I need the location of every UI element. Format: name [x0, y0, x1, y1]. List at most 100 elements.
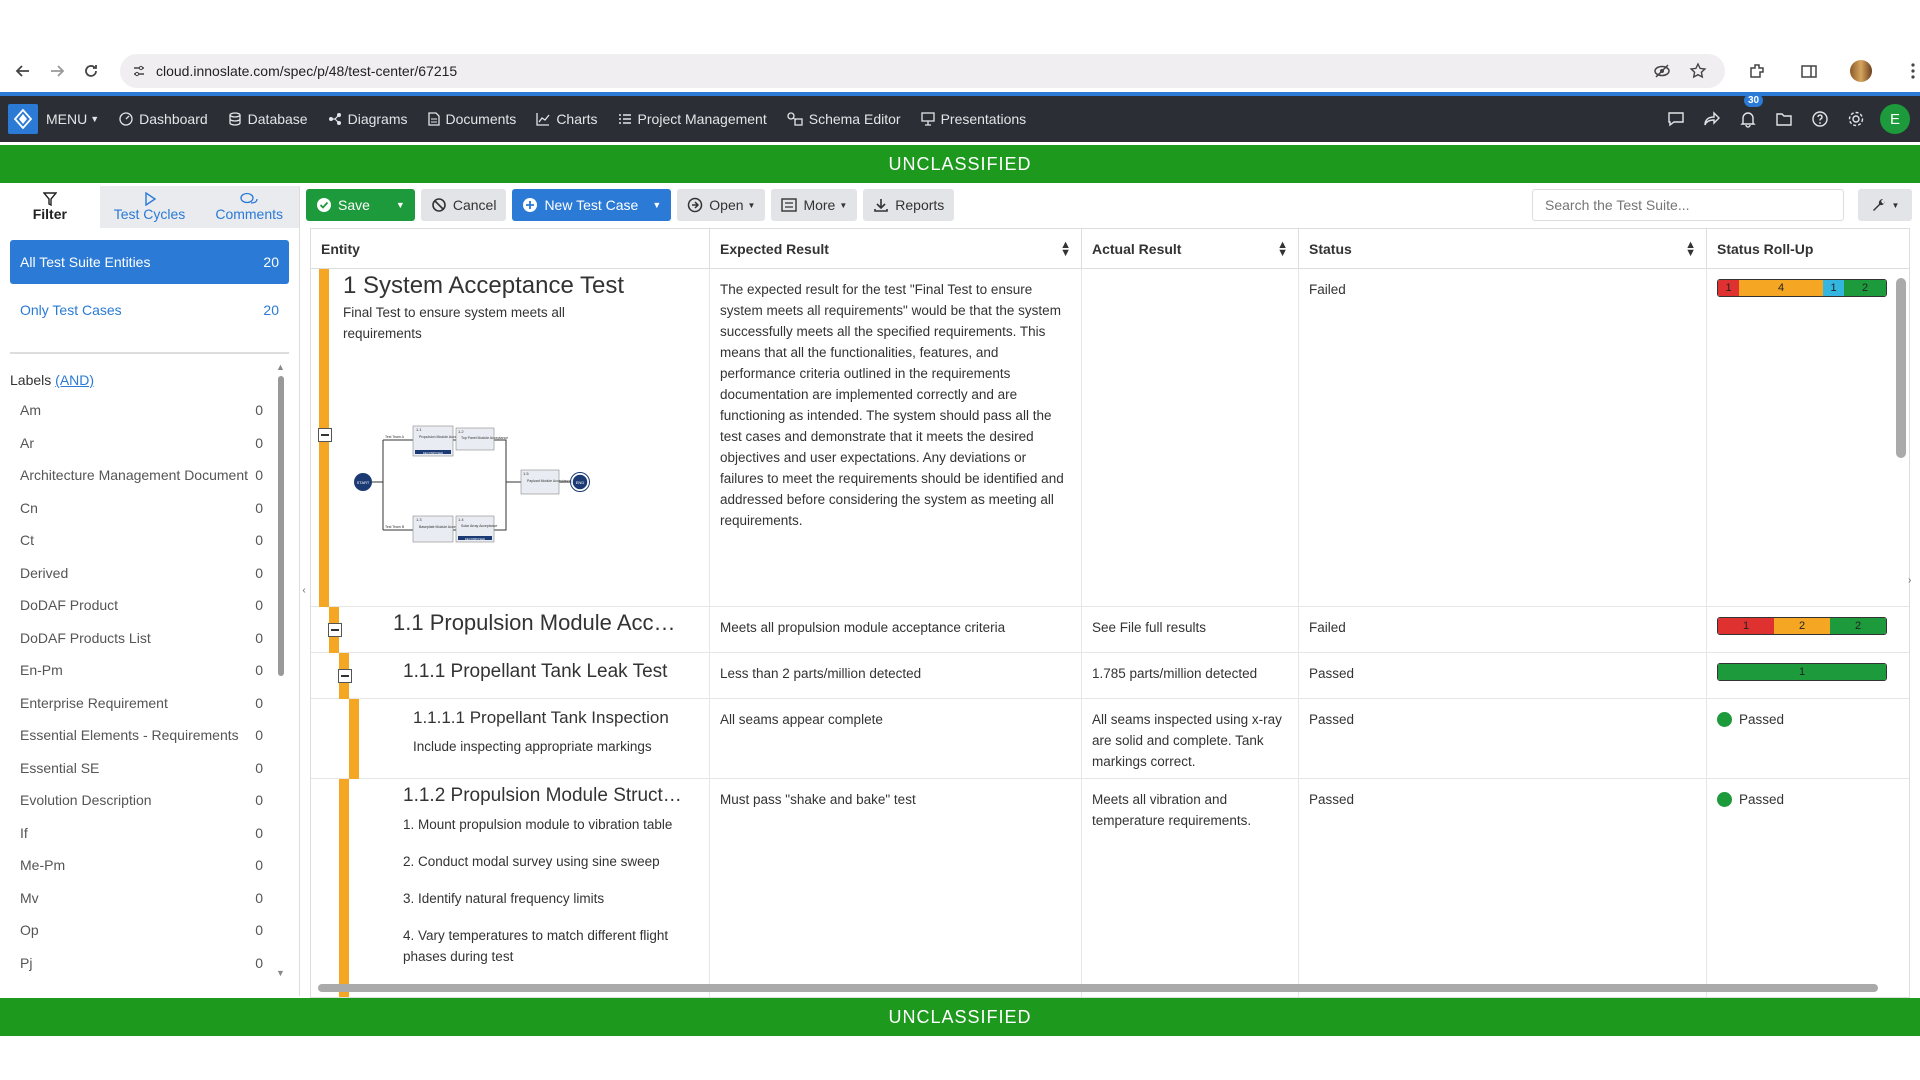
entity-title[interactable]: 1.1.1 Propellant Tank Leak Test: [403, 661, 667, 682]
sort-icon[interactable]: ▲ ▼: [1685, 239, 1696, 258]
label-filter-item[interactable]: Architecture Management Document 0: [0, 459, 299, 492]
label-filter-item[interactable]: En-Pm 0: [0, 654, 299, 687]
search-test-suite-input[interactable]: [1532, 189, 1844, 221]
eye-off-icon[interactable]: [1653, 62, 1671, 80]
actual-result-cell[interactable]: 1.785 parts/million detected: [1082, 653, 1299, 698]
entity-title[interactable]: 1.1 Propulsion Module Acc…: [393, 612, 676, 634]
column-header-status-rollup[interactable]: Status Roll-Up: [1707, 229, 1909, 268]
label-filter-item[interactable]: Ar 0: [0, 427, 299, 460]
actual-result-cell[interactable]: All seams inspected using x-ray are soli…: [1082, 699, 1299, 778]
bookmark-star-icon[interactable]: [1689, 62, 1707, 80]
table-row[interactable]: 1.1.2 Propulsion Module Struct… 1. Mount…: [311, 779, 1909, 997]
label-filter-item[interactable]: DoDAF Products List 0: [0, 622, 299, 655]
expected-result-cell[interactable]: Less than 2 parts/million detected: [710, 653, 1082, 698]
expected-result-cell[interactable]: Meets all propulsion module acceptance c…: [710, 607, 1082, 652]
table-row[interactable]: 1.1 Propulsion Module Acc… Meets all pro…: [311, 607, 1909, 653]
settings-gear-icon[interactable]: [1838, 110, 1874, 128]
sidebar-scrollbar[interactable]: [278, 376, 284, 676]
collapse-toggle-icon[interactable]: [318, 428, 332, 442]
status-cell[interactable]: Passed: [1299, 779, 1707, 997]
column-header-actual-result[interactable]: Actual Result ▲ ▼: [1082, 229, 1299, 268]
label-filter-item[interactable]: Enterprise Requirement 0: [0, 687, 299, 720]
nav-schema-editor[interactable]: Schema Editor: [787, 111, 901, 127]
folder-icon[interactable]: [1766, 110, 1802, 128]
help-icon[interactable]: [1802, 110, 1838, 128]
label-filter-item[interactable]: DoDAF Product 0: [0, 589, 299, 622]
label-filter-item[interactable]: If 0: [0, 817, 299, 850]
scrollbar-thumb[interactable]: [318, 984, 1878, 992]
status-cell[interactable]: Passed: [1299, 699, 1707, 778]
sort-icon[interactable]: ▲ ▼: [1277, 239, 1288, 258]
address-bar[interactable]: cloud.innoslate.com/spec/p/48/test-cente…: [120, 54, 1725, 88]
tab-comments[interactable]: Comments: [199, 186, 299, 228]
label-filter-item[interactable]: Essential SE 0: [0, 752, 299, 785]
innoslate-logo-icon[interactable]: [8, 104, 38, 134]
forward-icon[interactable]: [40, 54, 74, 88]
table-row[interactable]: 1 System Acceptance Test Final Test to e…: [311, 269, 1909, 607]
expected-result-cell[interactable]: Must pass "shake and bake" test: [710, 779, 1082, 997]
open-button[interactable]: Open ▼: [677, 189, 766, 221]
status-cell[interactable]: Passed: [1299, 653, 1707, 698]
label-filter-item[interactable]: Derived 0: [0, 557, 299, 590]
table-row[interactable]: 1.1.1.1 Propellant Tank Inspection Inclu…: [311, 699, 1909, 779]
user-avatar[interactable]: E: [1880, 104, 1910, 134]
filter-all-test-suite-entities[interactable]: All Test Suite Entities 20: [10, 240, 289, 284]
chat-icon[interactable]: [1658, 110, 1694, 128]
label-filter-item[interactable]: Pj 0: [0, 947, 299, 980]
caret-down-icon[interactable]: ▼: [652, 200, 661, 210]
tab-filter[interactable]: Filter: [0, 186, 100, 228]
label-filter-item[interactable]: Ct 0: [0, 524, 299, 557]
nav-database[interactable]: Database: [228, 111, 308, 127]
diagram-node[interactable]: 1.5 Payload Module Acceptance: [520, 469, 571, 495]
nav-presentations[interactable]: Presentations: [920, 111, 1026, 127]
back-icon[interactable]: [6, 54, 40, 88]
tools-button[interactable]: ▼: [1858, 189, 1912, 221]
status-cell[interactable]: Failed: [1299, 607, 1707, 652]
column-header-expected-result[interactable]: Expected Result ▲ ▼: [710, 229, 1082, 268]
label-filter-item[interactable]: Mv 0: [0, 882, 299, 915]
nav-diagrams[interactable]: Diagrams: [328, 111, 408, 127]
scroll-up-icon[interactable]: ▲: [276, 362, 285, 372]
scrollbar-thumb[interactable]: [1896, 278, 1906, 458]
new-test-case-button[interactable]: New Test Case ▼: [512, 189, 672, 221]
nav-charts[interactable]: Charts: [536, 111, 598, 127]
diagram-node[interactable]: 1.2 Top Panel Module Acceptance: [455, 427, 508, 451]
action-diagram[interactable]: START Test Team A Test Team B 1.1Propuls…: [343, 414, 613, 554]
caret-down-icon[interactable]: ▼: [396, 200, 405, 210]
entity-title[interactable]: 1 System Acceptance Test: [343, 274, 699, 298]
cancel-button[interactable]: Cancel: [420, 189, 507, 221]
reload-icon[interactable]: [74, 54, 108, 88]
save-button[interactable]: Save ▼: [306, 189, 415, 221]
share-icon[interactable]: [1694, 110, 1730, 128]
entity-title[interactable]: 1.1.1.1 Propellant Tank Inspection: [413, 707, 669, 728]
nav-project-management[interactable]: Project Management: [618, 111, 767, 127]
expected-result-cell[interactable]: The expected result for the test "Final …: [710, 269, 1082, 606]
label-filter-item[interactable]: Op 0: [0, 914, 299, 947]
table-row[interactable]: 1.1.1 Propellant Tank Leak Test Less tha…: [311, 653, 1909, 699]
sort-icon[interactable]: ▲ ▼: [1060, 239, 1071, 258]
menu-button[interactable]: MENU ▼: [46, 111, 99, 127]
browser-menu-icon[interactable]: [1896, 54, 1920, 88]
expected-result-cell[interactable]: All seams appear complete: [710, 699, 1082, 778]
label-filter-item[interactable]: Cn 0: [0, 492, 299, 525]
label-filter-item[interactable]: Evolution Description 0: [0, 784, 299, 817]
nav-documents[interactable]: Documents: [427, 111, 516, 127]
column-header-status[interactable]: Status ▲ ▼: [1299, 229, 1707, 268]
actual-result-cell[interactable]: See File full results: [1082, 607, 1299, 652]
actual-result-cell[interactable]: Meets all vibration and temperature requ…: [1082, 779, 1299, 997]
label-filter-item[interactable]: Essential Elements - Requirements 0: [0, 719, 299, 752]
label-filter-item[interactable]: Am 0: [0, 394, 299, 427]
collapse-toggle-icon[interactable]: [338, 669, 352, 683]
extensions-icon[interactable]: [1740, 54, 1774, 88]
labels-mode-link[interactable]: (AND): [55, 372, 94, 388]
nav-dashboard[interactable]: Dashboard: [119, 111, 208, 127]
url-text[interactable]: cloud.innoslate.com/spec/p/48/test-cente…: [156, 63, 457, 79]
profile-avatar-icon[interactable]: [1844, 54, 1878, 88]
reports-button[interactable]: Reports: [863, 189, 955, 221]
sidebar-collapse-icon[interactable]: ‹: [300, 570, 308, 610]
column-header-entity[interactable]: Entity: [311, 229, 710, 268]
grid-horizontal-scrollbar[interactable]: [318, 982, 1888, 994]
grid-vertical-scrollbar[interactable]: [1896, 278, 1906, 983]
site-settings-icon[interactable]: [132, 64, 146, 78]
actual-result-cell[interactable]: [1082, 269, 1299, 606]
